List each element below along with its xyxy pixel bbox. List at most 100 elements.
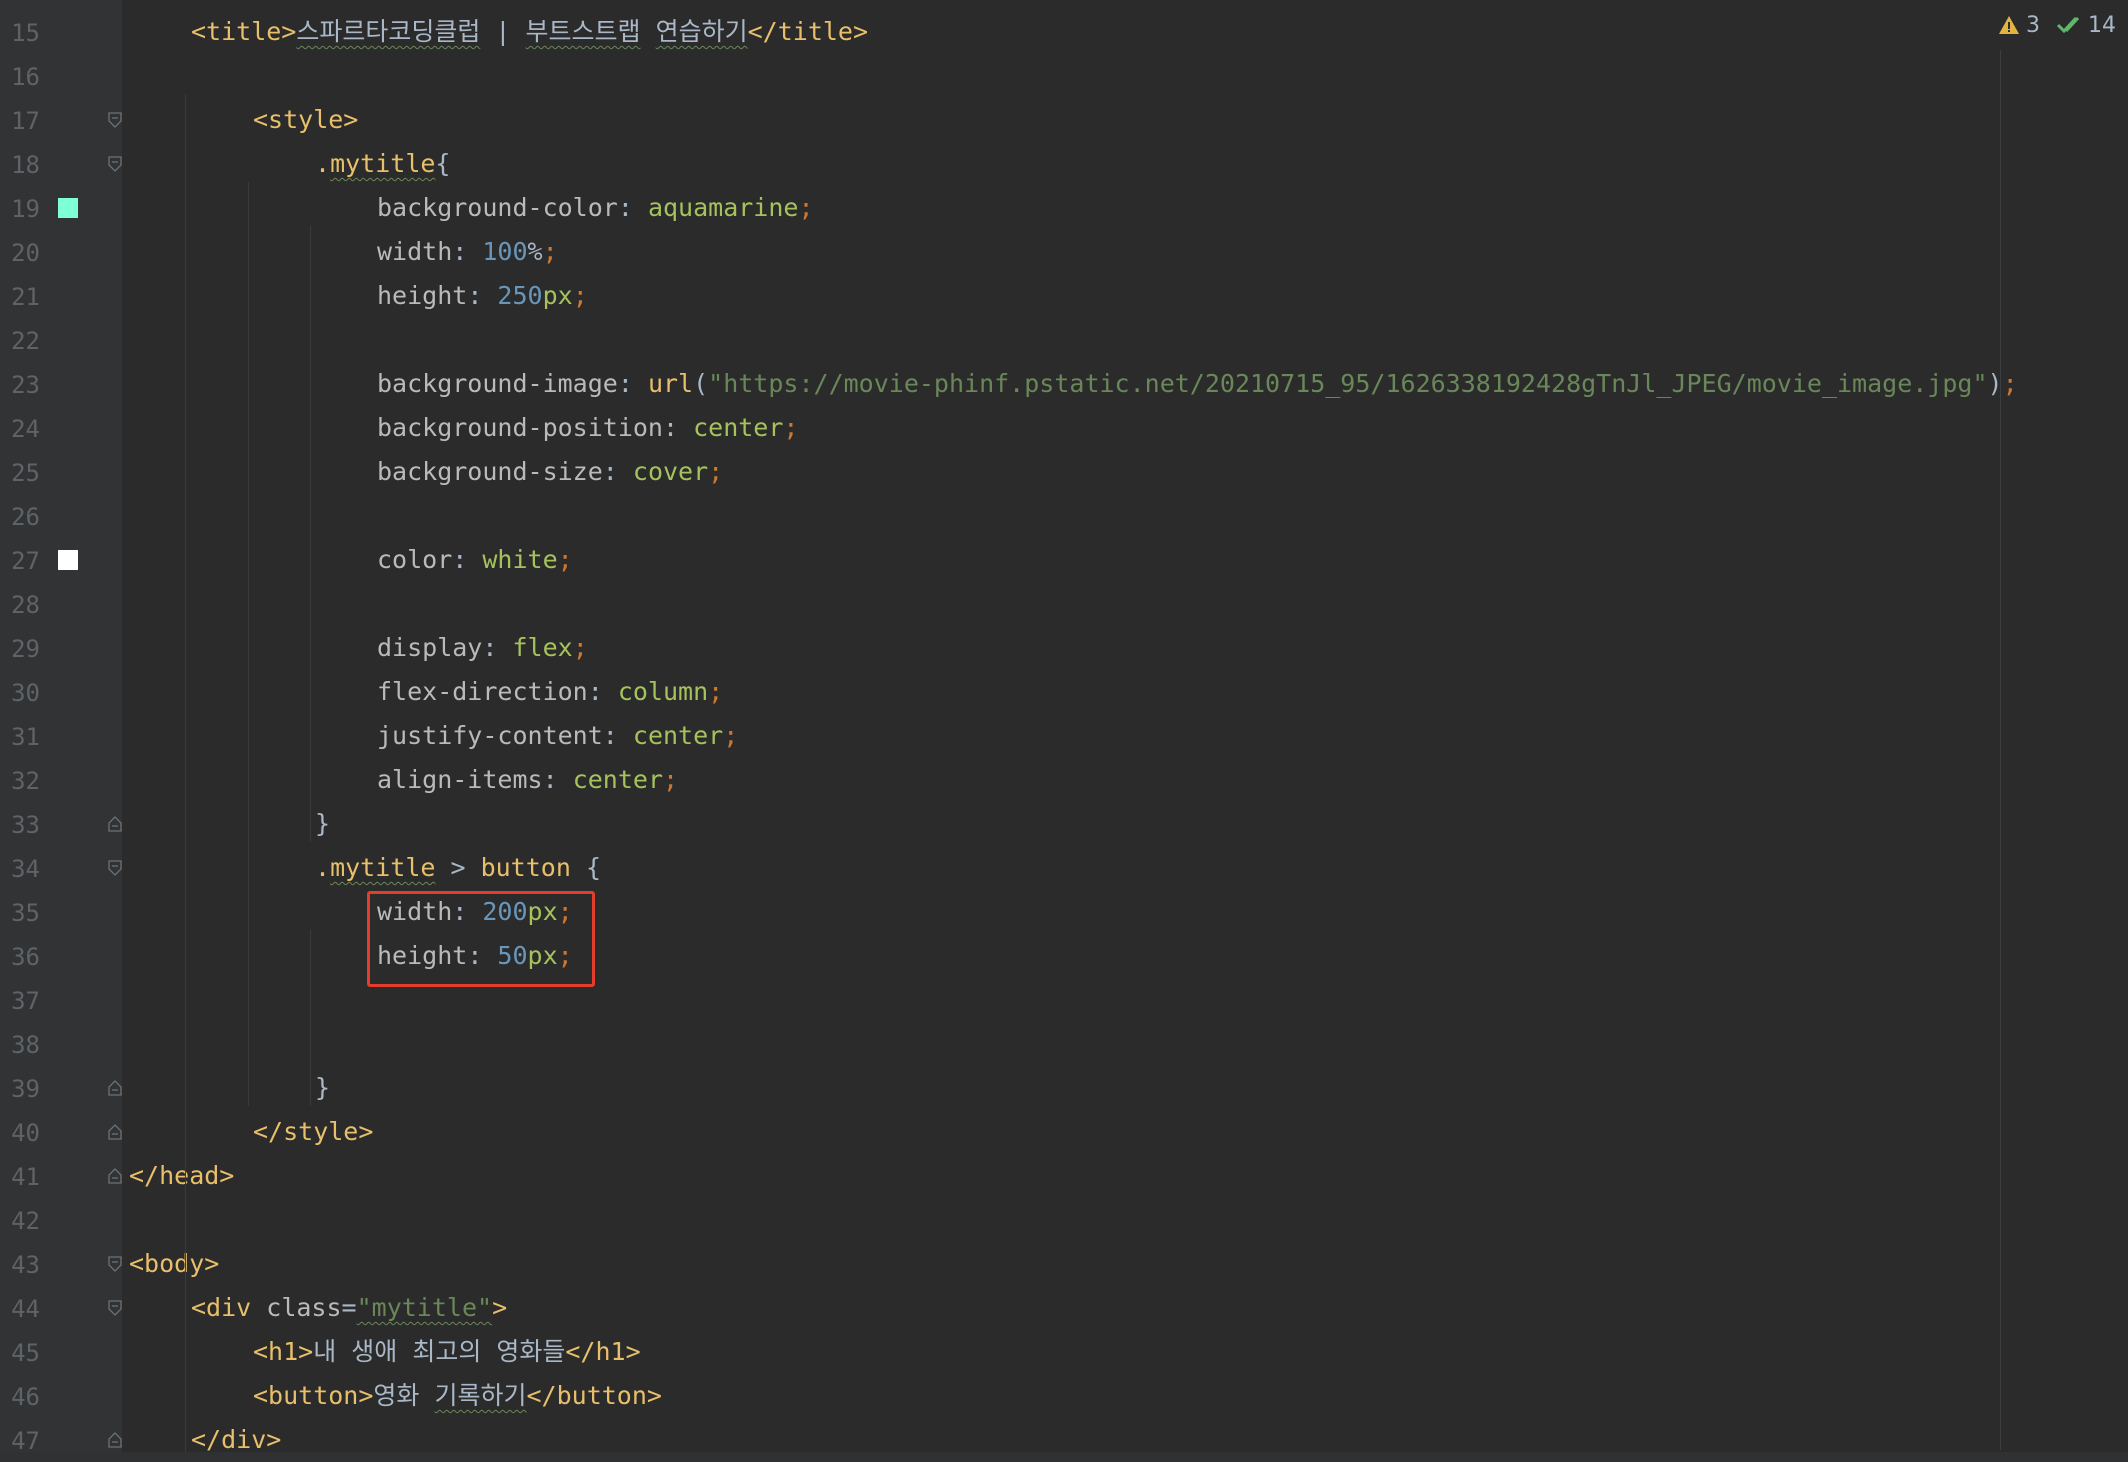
code-line[interactable]: 21 height: 250px; (0, 274, 2128, 318)
code-line[interactable]: 23 background-image: url("https://movie-p… (0, 362, 2128, 406)
code-text[interactable]: <button>영화 기록하기</button> (253, 1382, 662, 1410)
line-number[interactable]: 18 (0, 153, 40, 177)
code-line[interactable]: 35 width: 200px; (0, 890, 2128, 934)
code-line[interactable]: 31 justify-content: center; (0, 714, 2128, 758)
code-text[interactable]: </div> (191, 1426, 281, 1454)
line-number[interactable]: 21 (0, 285, 40, 309)
line-number[interactable]: 47 (0, 1429, 40, 1453)
line-number[interactable]: 43 (0, 1253, 40, 1277)
line-number[interactable]: 44 (0, 1297, 40, 1321)
code-line[interactable]: 41 </head> (0, 1154, 2128, 1198)
fold-close-icon[interactable] (108, 1124, 122, 1140)
code-text[interactable]: color: white; (377, 546, 573, 574)
fold-open-icon[interactable] (108, 1300, 122, 1316)
code-line[interactable]: 30 flex-direction: column; (0, 670, 2128, 714)
line-number[interactable]: 33 (0, 813, 40, 837)
line-number[interactable]: 32 (0, 769, 40, 793)
code-line[interactable]: 40 </style> (0, 1110, 2128, 1154)
warnings-indicator[interactable]: 3 (1998, 13, 2040, 38)
line-number[interactable]: 25 (0, 461, 40, 485)
code-line[interactable]: 25 background-size: cover; (0, 450, 2128, 494)
code-text[interactable]: <style> (253, 106, 358, 134)
code-text[interactable]: background-color: aquamarine; (377, 194, 814, 222)
line-number[interactable]: 41 (0, 1165, 40, 1189)
code-line[interactable]: 27 color: white; (0, 538, 2128, 582)
code-text[interactable]: <div class="mytitle"> (191, 1294, 507, 1322)
line-number[interactable]: 19 (0, 197, 40, 221)
code-line[interactable]: 22 (0, 318, 2128, 362)
line-number[interactable]: 29 (0, 637, 40, 661)
ok-indicator[interactable]: 14 (2056, 13, 2116, 38)
line-number[interactable]: 22 (0, 329, 40, 353)
line-number[interactable]: 28 (0, 593, 40, 617)
code-line[interactable]: 39} (0, 1066, 2128, 1110)
code-text[interactable]: height: 250px; (377, 282, 588, 310)
code-text[interactable]: background-position: center; (377, 414, 798, 442)
code-text[interactable]: <title>스파르타코딩클럽 | 부트스트랩 연습하기</title> (191, 18, 868, 46)
line-number[interactable]: 31 (0, 725, 40, 749)
code-text[interactable]: width: 100%; (377, 238, 558, 266)
code-text[interactable]: background-size: cover; (377, 458, 723, 486)
line-number[interactable]: 42 (0, 1209, 40, 1233)
line-number[interactable]: 40 (0, 1121, 40, 1145)
inspection-widget[interactable]: 3 14 (1998, 10, 2116, 40)
line-number[interactable]: 38 (0, 1033, 40, 1057)
line-number[interactable]: 27 (0, 549, 40, 573)
code-text[interactable]: </head> (129, 1162, 234, 1190)
code-text[interactable]: .mytitle > button { (315, 854, 601, 882)
code-line[interactable]: 36 height: 50px; (0, 934, 2128, 978)
code-line[interactable]: 34 .mytitle > button { (0, 846, 2128, 890)
code-line[interactable]: 46 <button>영화 기록하기</button> (0, 1374, 2128, 1418)
code-text[interactable]: justify-content: center; (377, 722, 738, 750)
line-number[interactable]: 23 (0, 373, 40, 397)
code-line[interactable]: 18 .mytitle{ (0, 142, 2128, 186)
color-swatch[interactable] (58, 550, 78, 570)
code-line[interactable]: 38 (0, 1022, 2128, 1066)
fold-open-icon[interactable] (108, 156, 122, 172)
fold-close-icon[interactable] (108, 1168, 122, 1184)
code-line[interactable]: 15 <title>스파르타코딩클럽 | 부트스트랩 연습하기</title> (0, 10, 2128, 54)
fold-open-icon[interactable] (108, 112, 122, 128)
code-text[interactable]: display: flex; (377, 634, 588, 662)
line-number[interactable]: 36 (0, 945, 40, 969)
fold-open-icon[interactable] (108, 1256, 122, 1272)
color-swatch[interactable] (58, 198, 78, 218)
line-number[interactable]: 24 (0, 417, 40, 441)
code-editor[interactable]: 15 <title>스파르타코딩클럽 | 부트스트랩 연습하기</title> 16… (0, 0, 2128, 1462)
line-number[interactable]: 39 (0, 1077, 40, 1101)
code-line[interactable]: 20 width: 100%; (0, 230, 2128, 274)
code-text[interactable]: <body> (129, 1250, 219, 1278)
code-line[interactable]: 32 align-items: center; (0, 758, 2128, 802)
code-line[interactable]: 43 <body> (0, 1242, 2128, 1286)
line-number[interactable]: 34 (0, 857, 40, 881)
code-text[interactable]: flex-direction: column; (377, 678, 723, 706)
horizontal-scrollbar[interactable] (0, 1452, 2128, 1462)
code-line[interactable]: 37 (0, 978, 2128, 1022)
code-text[interactable]: align-items: center; (377, 766, 678, 794)
line-number[interactable]: 16 (0, 65, 40, 89)
code-line[interactable]: 24 background-position: center; (0, 406, 2128, 450)
code-line[interactable]: 26 (0, 494, 2128, 538)
line-number[interactable]: 26 (0, 505, 40, 529)
code-line[interactable]: 17 <style> (0, 98, 2128, 142)
code-line[interactable]: 19 background-color: aquamarine; (0, 186, 2128, 230)
code-line[interactable]: 28 (0, 582, 2128, 626)
line-number[interactable]: 17 (0, 109, 40, 133)
code-line[interactable]: 45 <h1>내 생애 최고의 영화들</h1> (0, 1330, 2128, 1374)
line-number[interactable]: 30 (0, 681, 40, 705)
code-text[interactable]: } (315, 810, 330, 838)
code-text[interactable]: </style> (253, 1118, 373, 1146)
line-number[interactable]: 37 (0, 989, 40, 1013)
code-text[interactable]: <h1>내 생애 최고의 영화들</h1> (253, 1338, 641, 1366)
code-line[interactable]: 44 <div class="mytitle"> (0, 1286, 2128, 1330)
code-line[interactable]: 29 display: flex; (0, 626, 2128, 670)
fold-close-icon[interactable] (108, 1432, 122, 1448)
code-line[interactable]: 42 (0, 1198, 2128, 1242)
line-number[interactable]: 35 (0, 901, 40, 925)
line-number[interactable]: 15 (0, 21, 40, 45)
code-line[interactable]: 16 (0, 54, 2128, 98)
line-number[interactable]: 20 (0, 241, 40, 265)
fold-open-icon[interactable] (108, 860, 122, 876)
fold-close-icon[interactable] (108, 1080, 122, 1096)
line-number[interactable]: 46 (0, 1385, 40, 1409)
